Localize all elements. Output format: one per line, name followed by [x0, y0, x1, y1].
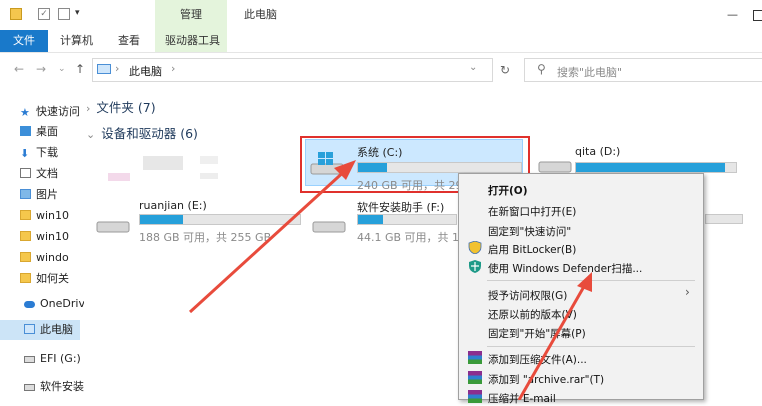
annotation-arrow — [188, 166, 350, 314]
annotation-arrows — [188, 160, 592, 400]
arrowhead — [577, 272, 592, 292]
annotation-arrow — [517, 282, 588, 400]
